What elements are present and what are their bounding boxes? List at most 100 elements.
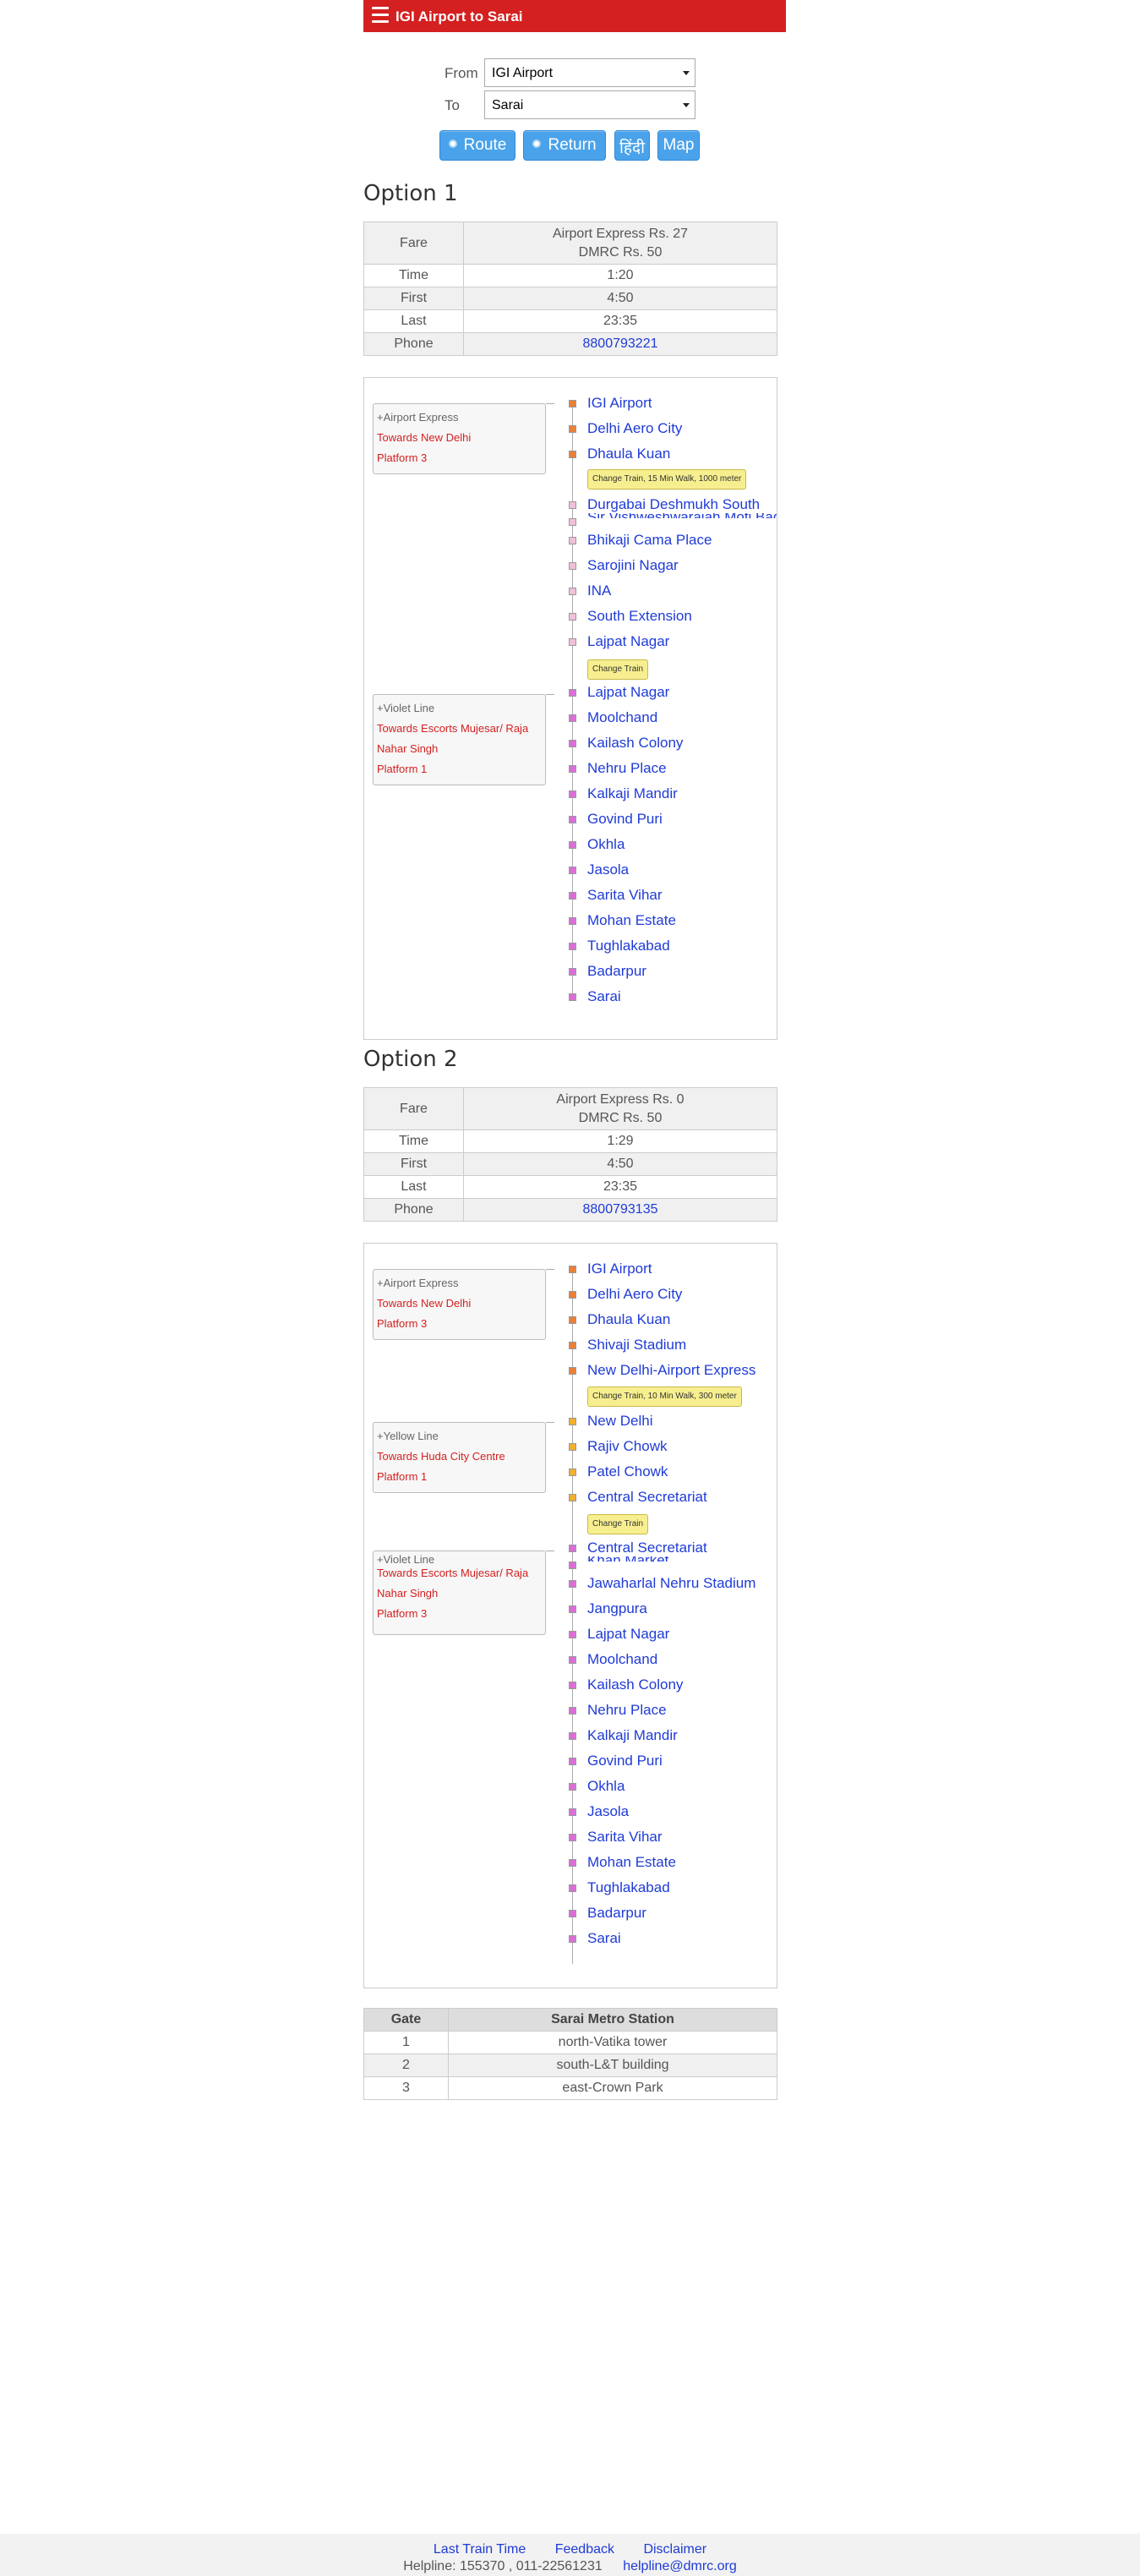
to-select[interactable]: Sarai xyxy=(484,90,695,119)
station-link[interactable]: Kailash Colony xyxy=(587,1676,683,1693)
station-link[interactable]: Dhaula Kuan xyxy=(587,446,670,462)
fare-value: Airport Express Rs. 0 DMRC Rs. 50 xyxy=(463,1087,777,1130)
station-link[interactable]: Lajpat Nagar xyxy=(587,684,669,701)
station-link[interactable]: Sarai xyxy=(587,988,621,1005)
station-link[interactable]: Okhla xyxy=(587,836,625,853)
disclaimer-link[interactable]: Disclaimer xyxy=(643,2542,706,2557)
station-marker xyxy=(569,1834,576,1841)
station-link[interactable]: Khan Market xyxy=(587,1556,668,1561)
station-link[interactable]: Bhikaji Cama Place xyxy=(587,532,712,549)
station-link[interactable]: Delhi Aero City xyxy=(587,1286,682,1303)
line-box-violet[interactable]: +Violet Line Towards Escorts Mujesar/ Ra… xyxy=(373,1551,546,1635)
station-link[interactable]: Dhaula Kuan xyxy=(587,1311,670,1328)
time-label: Time xyxy=(363,1129,464,1153)
route-track-line xyxy=(572,403,573,997)
line-box-yellow[interactable]: +Yellow Line Towards Huda City Centre Pl… xyxy=(373,1422,546,1493)
from-select[interactable]: IGI Airport xyxy=(484,58,695,87)
email-link[interactable]: helpline@dmrc.org xyxy=(623,2559,737,2573)
station-link[interactable]: Jawaharlal Nehru Stadium xyxy=(587,1575,755,1592)
table-row: Phone 8800793135 xyxy=(363,1198,777,1222)
station-link[interactable]: New Delhi xyxy=(587,1413,652,1430)
line-box-airport-express[interactable]: +Airport Express Towards New Delhi Platf… xyxy=(373,403,546,474)
station-link[interactable]: Central Secretariat xyxy=(587,1540,707,1556)
station-marker xyxy=(569,943,576,950)
station-link[interactable]: Kailash Colony xyxy=(587,735,683,752)
station-link[interactable]: Okhla xyxy=(587,1778,625,1795)
line-name: +Violet Line xyxy=(377,1553,435,1563)
station-link[interactable]: Tughlakabad xyxy=(587,1879,670,1896)
station-link[interactable]: Nehru Place xyxy=(587,760,667,777)
option-1-route-panel: +Airport Express Towards New Delhi Platf… xyxy=(363,377,777,1040)
fare-value: Airport Express Rs. 27 DMRC Rs. 50 xyxy=(463,222,777,265)
station-link[interactable]: Lajpat Nagar xyxy=(587,633,669,650)
station-link[interactable]: Sarai xyxy=(587,1930,621,1947)
station-link[interactable]: Lajpat Nagar xyxy=(587,1626,669,1643)
station-link[interactable]: Rajiv Chowk xyxy=(587,1438,667,1455)
station-link[interactable]: Moolchand xyxy=(587,709,657,726)
station-link[interactable]: Jangpura xyxy=(587,1600,647,1617)
table-row: Last 23:35 xyxy=(363,1175,777,1199)
line-towards: Towards New Delhi xyxy=(377,1297,472,1310)
option-2-heading: Option 2 xyxy=(363,1047,458,1072)
station-link[interactable]: Mohan Estate xyxy=(587,1854,676,1871)
station-link[interactable]: Delhi Aero City xyxy=(587,420,682,437)
station-link[interactable]: Govind Puri xyxy=(587,1753,663,1769)
station-link[interactable]: South Extension xyxy=(587,608,692,625)
hindi-button[interactable]: हिंदी xyxy=(614,130,650,161)
last-train-link[interactable]: Last Train Time xyxy=(434,2542,526,2557)
station-link[interactable]: Tughlakabad xyxy=(587,938,670,954)
menu-icon[interactable] xyxy=(372,7,389,25)
table-row: Last 23:35 xyxy=(363,309,777,333)
table-row: 2 south-L&T building xyxy=(363,2054,777,2077)
station-link[interactable]: Nehru Place xyxy=(587,1702,667,1719)
gate-desc: north-Vatika tower xyxy=(448,2031,777,2054)
line-name: +Violet Line xyxy=(377,702,435,714)
line-platform: Platform 3 xyxy=(377,451,428,464)
last-label: Last xyxy=(363,1175,464,1199)
station-link[interactable]: IGI Airport xyxy=(587,1261,652,1277)
station-link[interactable]: Sarojini Nagar xyxy=(587,557,679,574)
return-button[interactable]: Return xyxy=(523,130,606,161)
helpline-text: Helpline: 155370 , 011-22561231 xyxy=(403,2559,603,2573)
map-button[interactable]: Map xyxy=(657,130,700,161)
station-link[interactable]: Govind Puri xyxy=(587,811,663,828)
phone-link[interactable]: 8800793221 xyxy=(583,336,658,351)
line-box-airport-express[interactable]: +Airport Express Towards New Delhi Platf… xyxy=(373,1269,546,1340)
station-link[interactable]: Sarita Vihar xyxy=(587,887,663,904)
chevron-down-icon xyxy=(683,103,690,107)
station-link[interactable]: Badarpur xyxy=(587,963,646,980)
station-marker xyxy=(569,1266,576,1273)
station-link[interactable]: Jasola xyxy=(587,1803,629,1820)
station-marker xyxy=(569,867,576,874)
gate-desc: east-Crown Park xyxy=(448,2076,777,2100)
station-link[interactable]: Kalkaji Mandir xyxy=(587,785,678,802)
last-label: Last xyxy=(363,309,464,333)
station-link[interactable]: Sir Vishweshwaraiah Moti Bagh xyxy=(587,513,777,518)
station-link[interactable]: Shivaji Stadium xyxy=(587,1337,686,1354)
station-marker xyxy=(569,1656,576,1664)
route-button[interactable]: Route xyxy=(439,130,515,161)
station-link[interactable]: Badarpur xyxy=(587,1905,646,1922)
table-row: Time 1:20 xyxy=(363,264,777,287)
feedback-link[interactable]: Feedback xyxy=(555,2542,614,2557)
connector-line xyxy=(546,694,554,695)
station-link[interactable]: Sarita Vihar xyxy=(587,1829,663,1846)
phone-link[interactable]: 8800793135 xyxy=(583,1202,658,1217)
station-link[interactable]: Kalkaji Mandir xyxy=(587,1727,678,1744)
footer-links: Last Train Time Feedback Disclaimer xyxy=(0,2534,1140,2557)
station-marker xyxy=(569,1884,576,1892)
station-link[interactable]: Durgabai Deshmukh South xyxy=(587,496,760,513)
station-link[interactable]: Mohan Estate xyxy=(587,912,676,929)
station-link[interactable]: INA xyxy=(587,582,611,599)
station-marker xyxy=(569,638,576,646)
station-link[interactable]: IGI Airport xyxy=(587,395,652,412)
station-link[interactable]: Moolchand xyxy=(587,1651,657,1668)
line-box-violet[interactable]: +Violet Line Towards Escorts Mujesar/ Ra… xyxy=(373,694,546,785)
station-link[interactable]: Patel Chowk xyxy=(587,1463,668,1480)
station-marker xyxy=(569,1418,576,1425)
station-marker xyxy=(569,1910,576,1917)
station-link[interactable]: Central Secretariat xyxy=(587,1489,707,1506)
station-link[interactable]: Jasola xyxy=(587,861,629,878)
station-marker xyxy=(569,1367,576,1375)
station-link[interactable]: New Delhi-Airport Express xyxy=(587,1362,755,1379)
